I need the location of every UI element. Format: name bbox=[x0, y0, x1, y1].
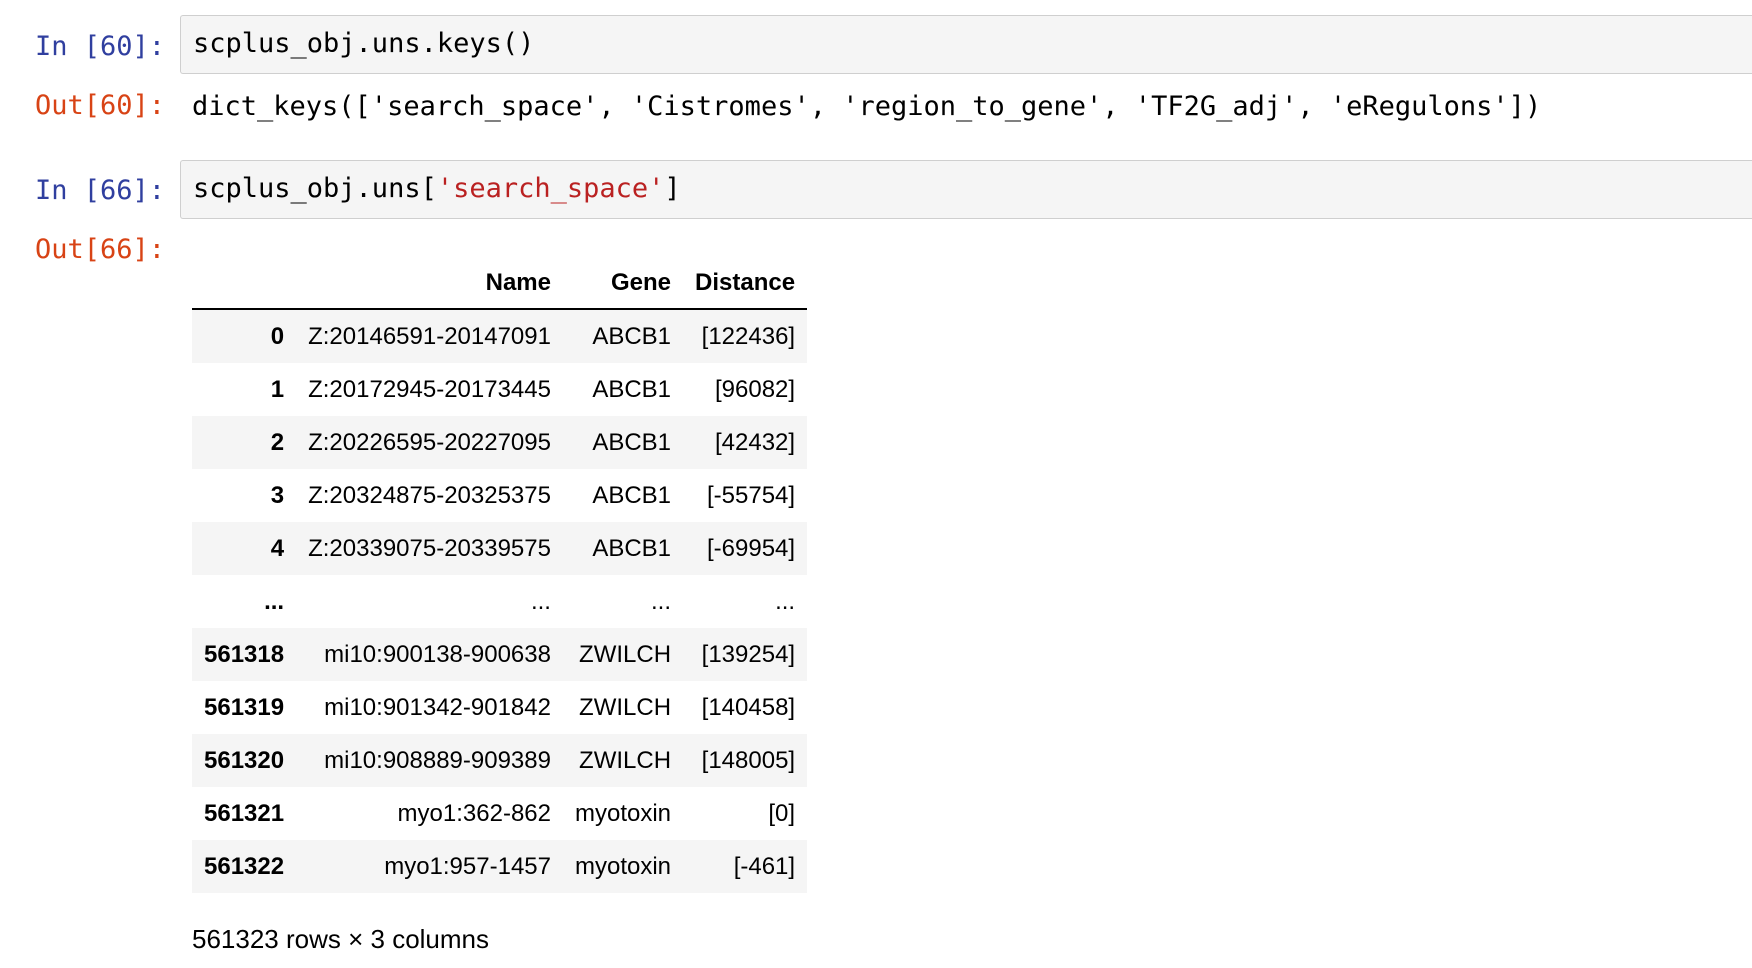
cell-distance: [96082] bbox=[715, 375, 796, 403]
cell-gene: ZWILCH bbox=[579, 640, 672, 668]
code-cell-60[interactable]: scplus_obj.uns.keys() bbox=[180, 15, 1752, 74]
cell-gene: ABCB1 bbox=[592, 534, 672, 562]
code-text-60[interactable]: scplus_obj.uns.keys() bbox=[193, 30, 534, 57]
cell-gene: myotoxin bbox=[574, 852, 672, 880]
column-header-distance: Distance bbox=[683, 258, 808, 310]
cell-distance: [-55754] bbox=[707, 481, 796, 509]
cell-distance: [0] bbox=[768, 799, 796, 827]
output-prompt-66: Out[66]: bbox=[35, 234, 166, 265]
input-prompt-60: In [60]: bbox=[35, 31, 166, 62]
cell-name: myo1:362-862 bbox=[397, 799, 551, 827]
cell-name: Z:20146591-20147091 bbox=[308, 322, 551, 350]
code-string-literal: 'search_space' bbox=[436, 173, 665, 204]
row-index: 3 bbox=[270, 481, 285, 509]
code-prefix: scplus_obj.uns[ bbox=[193, 173, 437, 204]
cell-gene: ABCB1 bbox=[592, 322, 672, 350]
table-row: 561322 myo1:957-1457 myotoxin [-461] bbox=[192, 840, 808, 893]
dataframe-table: Name Gene Distance 0 Z:20146591-20147091 A… bbox=[192, 258, 808, 893]
row-index: 561319 bbox=[204, 693, 285, 721]
cell-gene: ZWILCH bbox=[579, 693, 672, 721]
cell-gene: ZWILCH bbox=[579, 746, 672, 774]
table-row: 561318 mi10:900138-900638 ZWILCH [139254] bbox=[192, 628, 808, 681]
input-prompt-66: In [66]: bbox=[35, 175, 166, 206]
cell-gene: ABCB1 bbox=[592, 428, 672, 456]
row-index: 561321 bbox=[204, 799, 285, 827]
cell-name: Z:20324875-20325375 bbox=[308, 481, 551, 509]
cell-gene: ... bbox=[651, 587, 672, 615]
cell-distance: [-461] bbox=[733, 852, 796, 880]
table-row: ............ bbox=[192, 575, 808, 628]
table-row: 561319 mi10:901342-901842 ZWILCH [140458] bbox=[192, 681, 807, 734]
column-header-gene: Gene bbox=[562, 258, 684, 310]
row-index: 1 bbox=[270, 375, 285, 403]
dataframe-summary: 561323 rows × 3 columns bbox=[192, 924, 490, 954]
table-body: 0 Z:20146591-20147091 ABCB1 [122436] 1 Z:2017… bbox=[192, 309, 808, 893]
cell-name: Z:20172945-20173445 bbox=[308, 375, 551, 403]
table-row: 3 Z:20324875-20325375 ABCB1 [-55754] bbox=[192, 469, 807, 522]
row-index: ... bbox=[264, 587, 285, 615]
output-prompt-60: Out[60]: bbox=[35, 90, 166, 121]
cell-gene: ABCB1 bbox=[592, 375, 672, 403]
cell-distance: [-69954] bbox=[707, 534, 796, 562]
row-index: 4 bbox=[270, 534, 285, 562]
cell-name: mi10:908889-909389 bbox=[324, 746, 551, 774]
row-index: 561320 bbox=[204, 746, 285, 774]
cell-distance: [140458] bbox=[701, 693, 796, 721]
cell-gene: myotoxin bbox=[574, 799, 672, 827]
cell-gene: ABCB1 bbox=[592, 481, 672, 509]
cell-name: Z:20339075-20339575 bbox=[308, 534, 551, 562]
index-header bbox=[192, 258, 297, 310]
cell-name: mi10:900138-900638 bbox=[324, 640, 551, 668]
cell-distance: ... bbox=[775, 587, 796, 615]
cell-name: mi10:901342-901842 bbox=[324, 693, 551, 721]
code-text-66[interactable]: scplus_obj.uns['search_space'] bbox=[193, 175, 681, 202]
cell-distance: [122436] bbox=[701, 322, 796, 350]
cell-distance: [148005] bbox=[701, 746, 796, 774]
table-row: 0 Z:20146591-20147091 ABCB1 [122436] bbox=[192, 309, 808, 363]
table-row: 4 Z:20339075-20339575 ABCB1 [-69954] bbox=[192, 522, 808, 575]
table-row: 2 Z:20226595-20227095 ABCB1 [42432] bbox=[192, 416, 808, 469]
table-row: 561321 myo1:362-862 myotoxin [0] bbox=[192, 787, 807, 840]
code-cell-66[interactable]: scplus_obj.uns['search_space'] bbox=[180, 160, 1752, 219]
table-header-row: Name Gene Distance bbox=[192, 258, 808, 310]
code-suffix: ] bbox=[664, 173, 681, 204]
table-row: 1 Z:20172945-20173445 ABCB1 [96082] bbox=[192, 363, 807, 416]
cell-distance: [42432] bbox=[715, 428, 796, 456]
column-header-name: Name bbox=[296, 258, 563, 310]
cell-distance: [139254] bbox=[701, 640, 796, 668]
cell-name: ... bbox=[530, 587, 551, 615]
row-index: 561322 bbox=[204, 852, 285, 880]
output-text-60: dict_keys(['search_space', 'Cistromes', … bbox=[192, 91, 1542, 122]
cell-name: myo1:957-1457 bbox=[384, 852, 551, 880]
row-index: 2 bbox=[270, 428, 285, 456]
row-index: 561318 bbox=[204, 640, 285, 668]
cell-name: Z:20226595-20227095 bbox=[308, 428, 551, 456]
row-index: 0 bbox=[270, 322, 285, 350]
table-row: 561320 mi10:908889-909389 ZWILCH [148005] bbox=[192, 734, 808, 787]
